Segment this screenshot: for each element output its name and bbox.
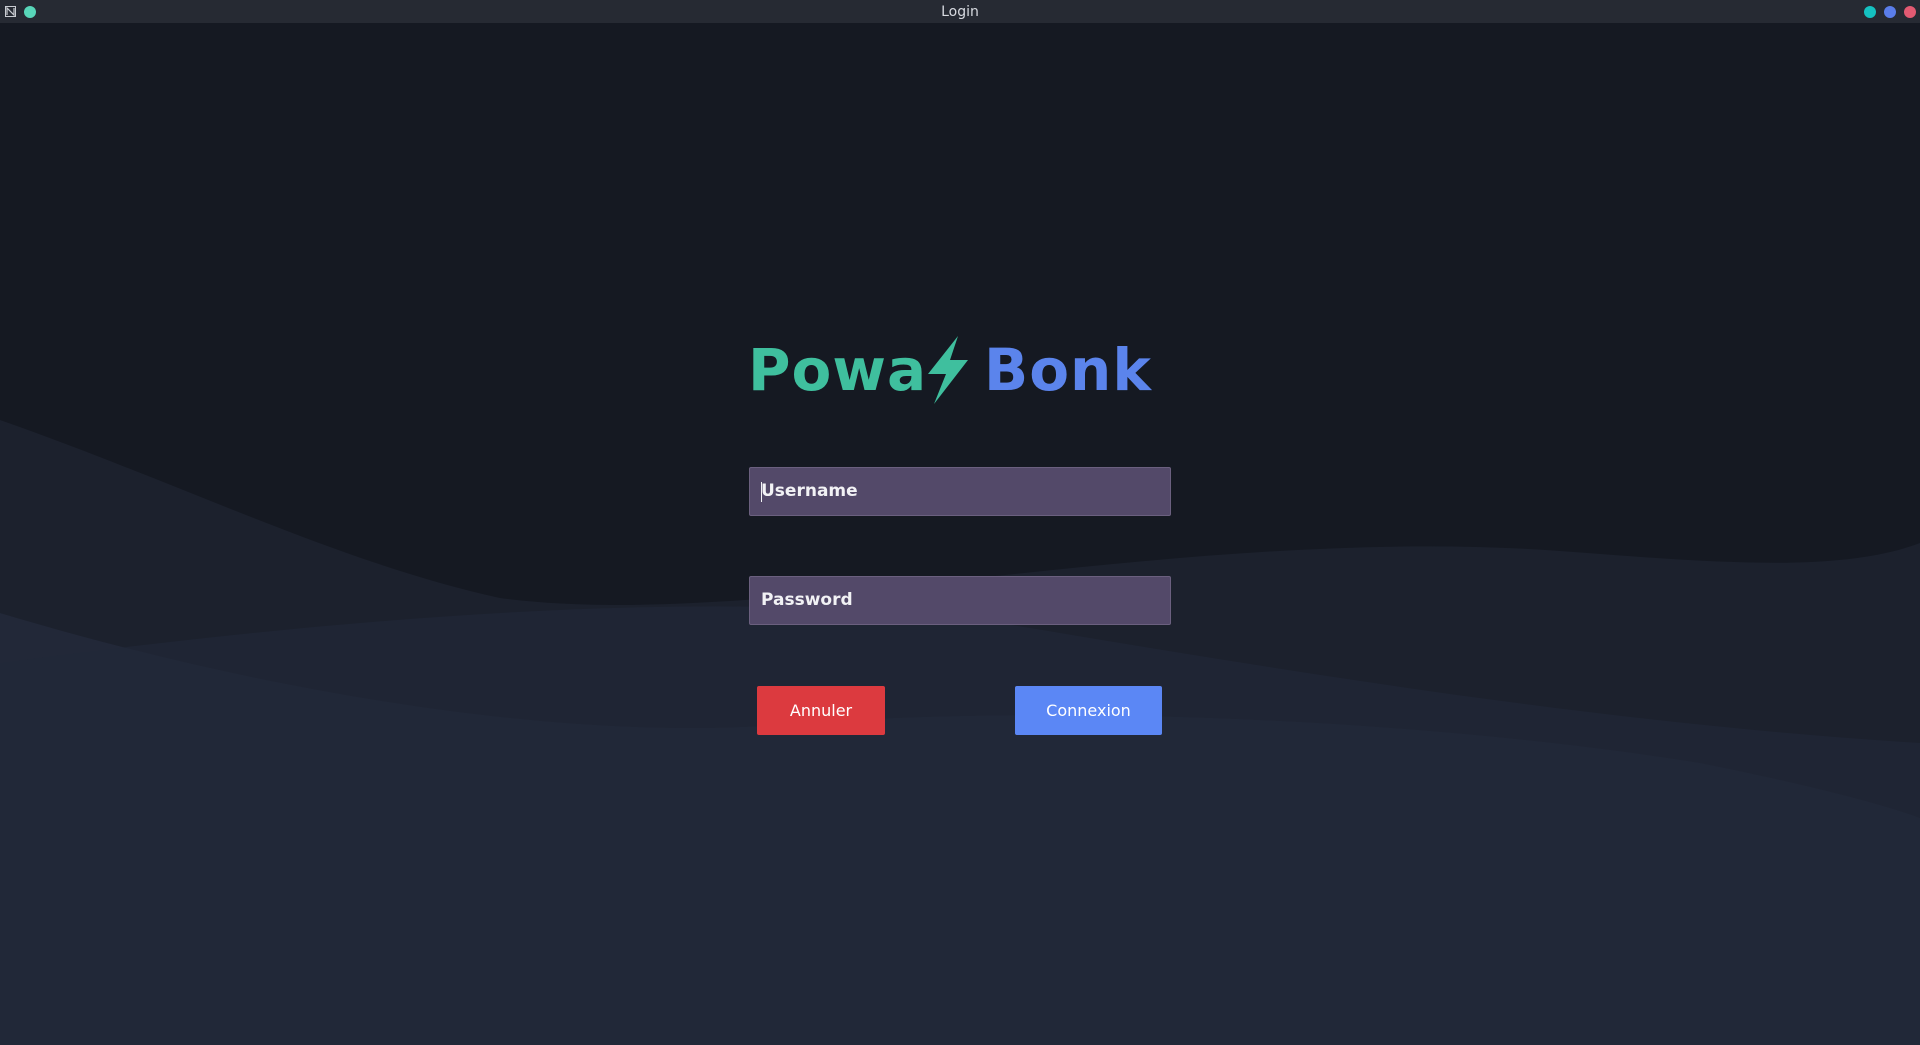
lightning-bolt-icon bbox=[928, 336, 968, 404]
password-placeholder: Password bbox=[761, 590, 853, 610]
background-waves bbox=[0, 420, 1920, 1045]
text-caret bbox=[761, 482, 762, 502]
window-title: Login bbox=[941, 4, 979, 20]
close-button[interactable] bbox=[1904, 6, 1916, 18]
app-logo: Powa Bonk bbox=[748, 330, 1168, 410]
minimize-button[interactable] bbox=[1864, 6, 1876, 18]
password-field[interactable]: Password bbox=[749, 576, 1171, 625]
username-field[interactable]: Username bbox=[749, 467, 1171, 516]
logo-text-powa: Powa bbox=[748, 336, 928, 404]
maximize-button[interactable] bbox=[1884, 6, 1896, 18]
logo-text-bonk: Bonk bbox=[984, 336, 1152, 404]
cancel-button[interactable]: Annuler bbox=[757, 686, 885, 735]
username-placeholder: Username bbox=[761, 481, 858, 501]
window-titlebar: Login bbox=[0, 0, 1920, 23]
login-button[interactable]: Connexion bbox=[1015, 686, 1162, 735]
